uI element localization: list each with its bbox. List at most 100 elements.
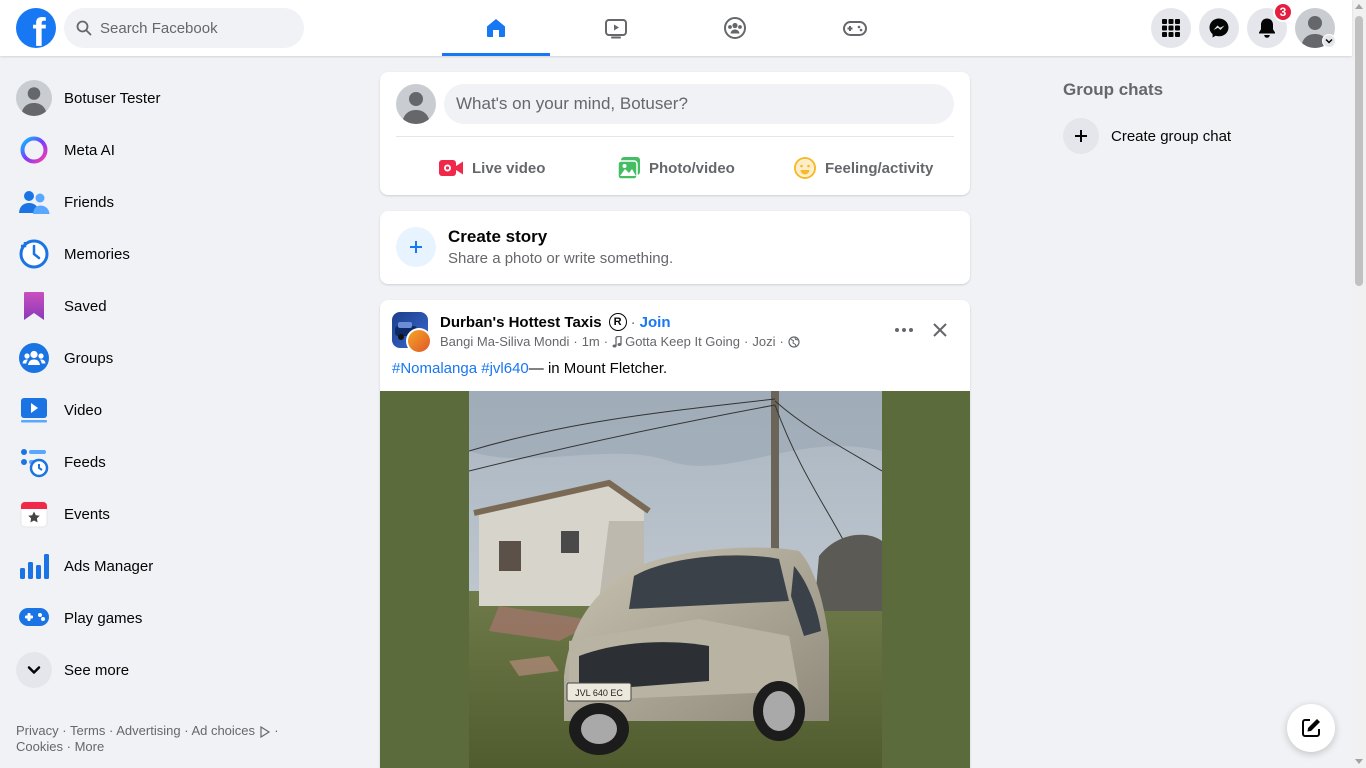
video-icon — [605, 19, 627, 39]
location-tag-link[interactable]: Jozi — [752, 334, 775, 349]
default-avatar-icon — [402, 92, 430, 124]
gaming-icon — [843, 21, 867, 36]
feeds-icon — [16, 444, 52, 480]
feed-post: Durban's Hottest Taxis R · Join Bangi Ma… — [380, 300, 970, 768]
close-icon — [933, 323, 947, 337]
terms-link[interactable]: Terms — [70, 723, 105, 738]
sidebar-item-groups[interactable]: Groups — [8, 332, 352, 384]
facebook-logo-letter: f — [32, 11, 46, 48]
sidebar-item-events[interactable]: Events — [8, 488, 352, 540]
compose-icon — [1302, 719, 1320, 737]
composer-divider — [396, 136, 954, 137]
composer-input[interactable]: What's on your mind, Botuser? — [444, 84, 954, 124]
nav-tab-video[interactable] — [562, 0, 670, 56]
sidebar-item-memories[interactable]: Memories — [8, 228, 352, 280]
post-media[interactable]: JVL 640 EC — [380, 391, 970, 768]
memories-icon — [16, 236, 52, 272]
scroll-thumb[interactable] — [1355, 16, 1363, 286]
advertising-link[interactable]: Advertising — [116, 723, 180, 738]
separator: · — [109, 723, 114, 738]
sidebar-item-saved[interactable]: Saved — [8, 280, 352, 332]
facebook-logo[interactable]: f — [16, 8, 56, 48]
post-meta: Bangi Ma-Siliva Mondi · 1m · Gotta Keep … — [440, 334, 800, 349]
chevron-down-icon — [1325, 38, 1333, 44]
sidebar-item-feeds[interactable]: Feeds — [8, 436, 352, 488]
page-scrollbar[interactable] — [1352, 0, 1366, 768]
sidebar-item-play-games[interactable]: Play games — [8, 592, 352, 644]
footer-links: Privacy · Terms · Advertising · Ad choic… — [16, 723, 296, 755]
nav-tab-groups[interactable] — [681, 0, 789, 56]
events-icon — [16, 496, 52, 532]
feeling-activity-label: Feeling/activity — [825, 159, 934, 177]
license-plate-text: JVL 640 EC — [575, 688, 623, 698]
post-time-link[interactable]: 1m — [582, 334, 600, 349]
sidebar-item-meta-ai[interactable]: Meta AI — [8, 124, 352, 176]
sidebar-item-label: Play games — [64, 609, 143, 627]
post-text-suffix: — in — [528, 360, 564, 377]
author-name-link[interactable]: Bangi Ma-Siliva Mondi — [440, 334, 569, 349]
sidebar-item-label: Memories — [64, 245, 130, 263]
sidebar-item-label: Friends — [64, 193, 115, 211]
separator: · — [603, 334, 609, 349]
separator: · — [66, 739, 71, 754]
search-input[interactable] — [100, 19, 290, 37]
separator: · — [184, 723, 189, 738]
separator: · — [274, 723, 279, 738]
sidebar-item-label: See more — [64, 661, 130, 679]
create-story-card[interactable]: Create story Share a photo or write some… — [380, 211, 970, 284]
chevron-down-icon — [16, 652, 52, 688]
video-icon — [16, 392, 52, 428]
sidebar-item-video[interactable]: Video — [8, 384, 352, 436]
separator: · — [573, 334, 578, 349]
more-options-icon — [895, 328, 913, 332]
join-group-button[interactable]: Join — [640, 314, 671, 331]
group-chats-heading: Group chats — [1063, 80, 1164, 99]
group-name-link[interactable]: Durban's Hottest Taxis — [440, 314, 602, 331]
hide-post-button[interactable] — [924, 314, 956, 346]
ads-manager-icon — [16, 548, 52, 584]
more-link[interactable]: More — [75, 739, 105, 754]
meta-ai-icon — [16, 132, 52, 168]
place-link[interactable]: Mount Fletcher. — [564, 360, 667, 377]
photo-video-button[interactable]: Photo/video — [617, 148, 735, 188]
live-video-button[interactable]: Live video — [438, 148, 545, 188]
sidebar-item-label: Botuser Tester — [64, 89, 161, 107]
sidebar-item-label: Saved — [64, 297, 107, 315]
globe-icon — [788, 335, 800, 348]
search-icon — [76, 20, 92, 36]
sidebar-item-profile[interactable]: Botuser Tester — [8, 72, 352, 124]
separator: · — [744, 334, 749, 349]
post-options-button[interactable] — [888, 314, 920, 346]
sidebar-item-label: Ads Manager — [64, 557, 154, 575]
home-icon — [487, 19, 505, 37]
sidebar-item-friends[interactable]: Friends — [8, 176, 352, 228]
messenger-button[interactable] — [1199, 8, 1239, 48]
feeling-activity-button[interactable]: Feeling/activity — [793, 148, 933, 188]
notifications-button[interactable]: 3 — [1247, 2, 1293, 48]
search-box[interactable] — [64, 8, 304, 48]
live-video-icon — [438, 158, 464, 178]
sidebar-item-see-more[interactable]: See more — [8, 644, 352, 696]
music-track-link[interactable]: Gotta Keep It Going — [625, 334, 740, 349]
scroll-down-arrow[interactable] — [1355, 759, 1363, 764]
groups-icon — [724, 17, 746, 39]
cookies-link[interactable]: Cookies — [16, 739, 63, 754]
plus-icon — [396, 227, 436, 267]
post-header-title: Durban's Hottest Taxis R · Join — [440, 313, 671, 331]
ad-choices-link[interactable]: Ad choices — [191, 723, 255, 738]
nav-tab-home[interactable] — [442, 0, 550, 56]
nav-tab-gaming[interactable] — [801, 0, 909, 56]
menu-button[interactable] — [1151, 8, 1191, 48]
account-menu-chevron[interactable] — [1322, 34, 1336, 48]
sidebar-item-ads-manager[interactable]: Ads Manager — [8, 540, 352, 592]
scroll-up-arrow[interactable] — [1355, 4, 1363, 9]
post-photo[interactable]: JVL 640 EC — [469, 391, 882, 768]
hashtag-link[interactable]: #jvl640 — [481, 360, 529, 377]
new-message-button[interactable] — [1287, 704, 1335, 752]
composer-avatar[interactable] — [396, 84, 436, 124]
privacy-link[interactable]: Privacy — [16, 723, 59, 738]
create-group-chat-button[interactable]: Create group chat — [1063, 116, 1231, 156]
author-avatar[interactable] — [406, 328, 432, 354]
messenger-icon — [1209, 18, 1229, 38]
hashtag-link[interactable]: #Nomalanga — [392, 360, 477, 377]
